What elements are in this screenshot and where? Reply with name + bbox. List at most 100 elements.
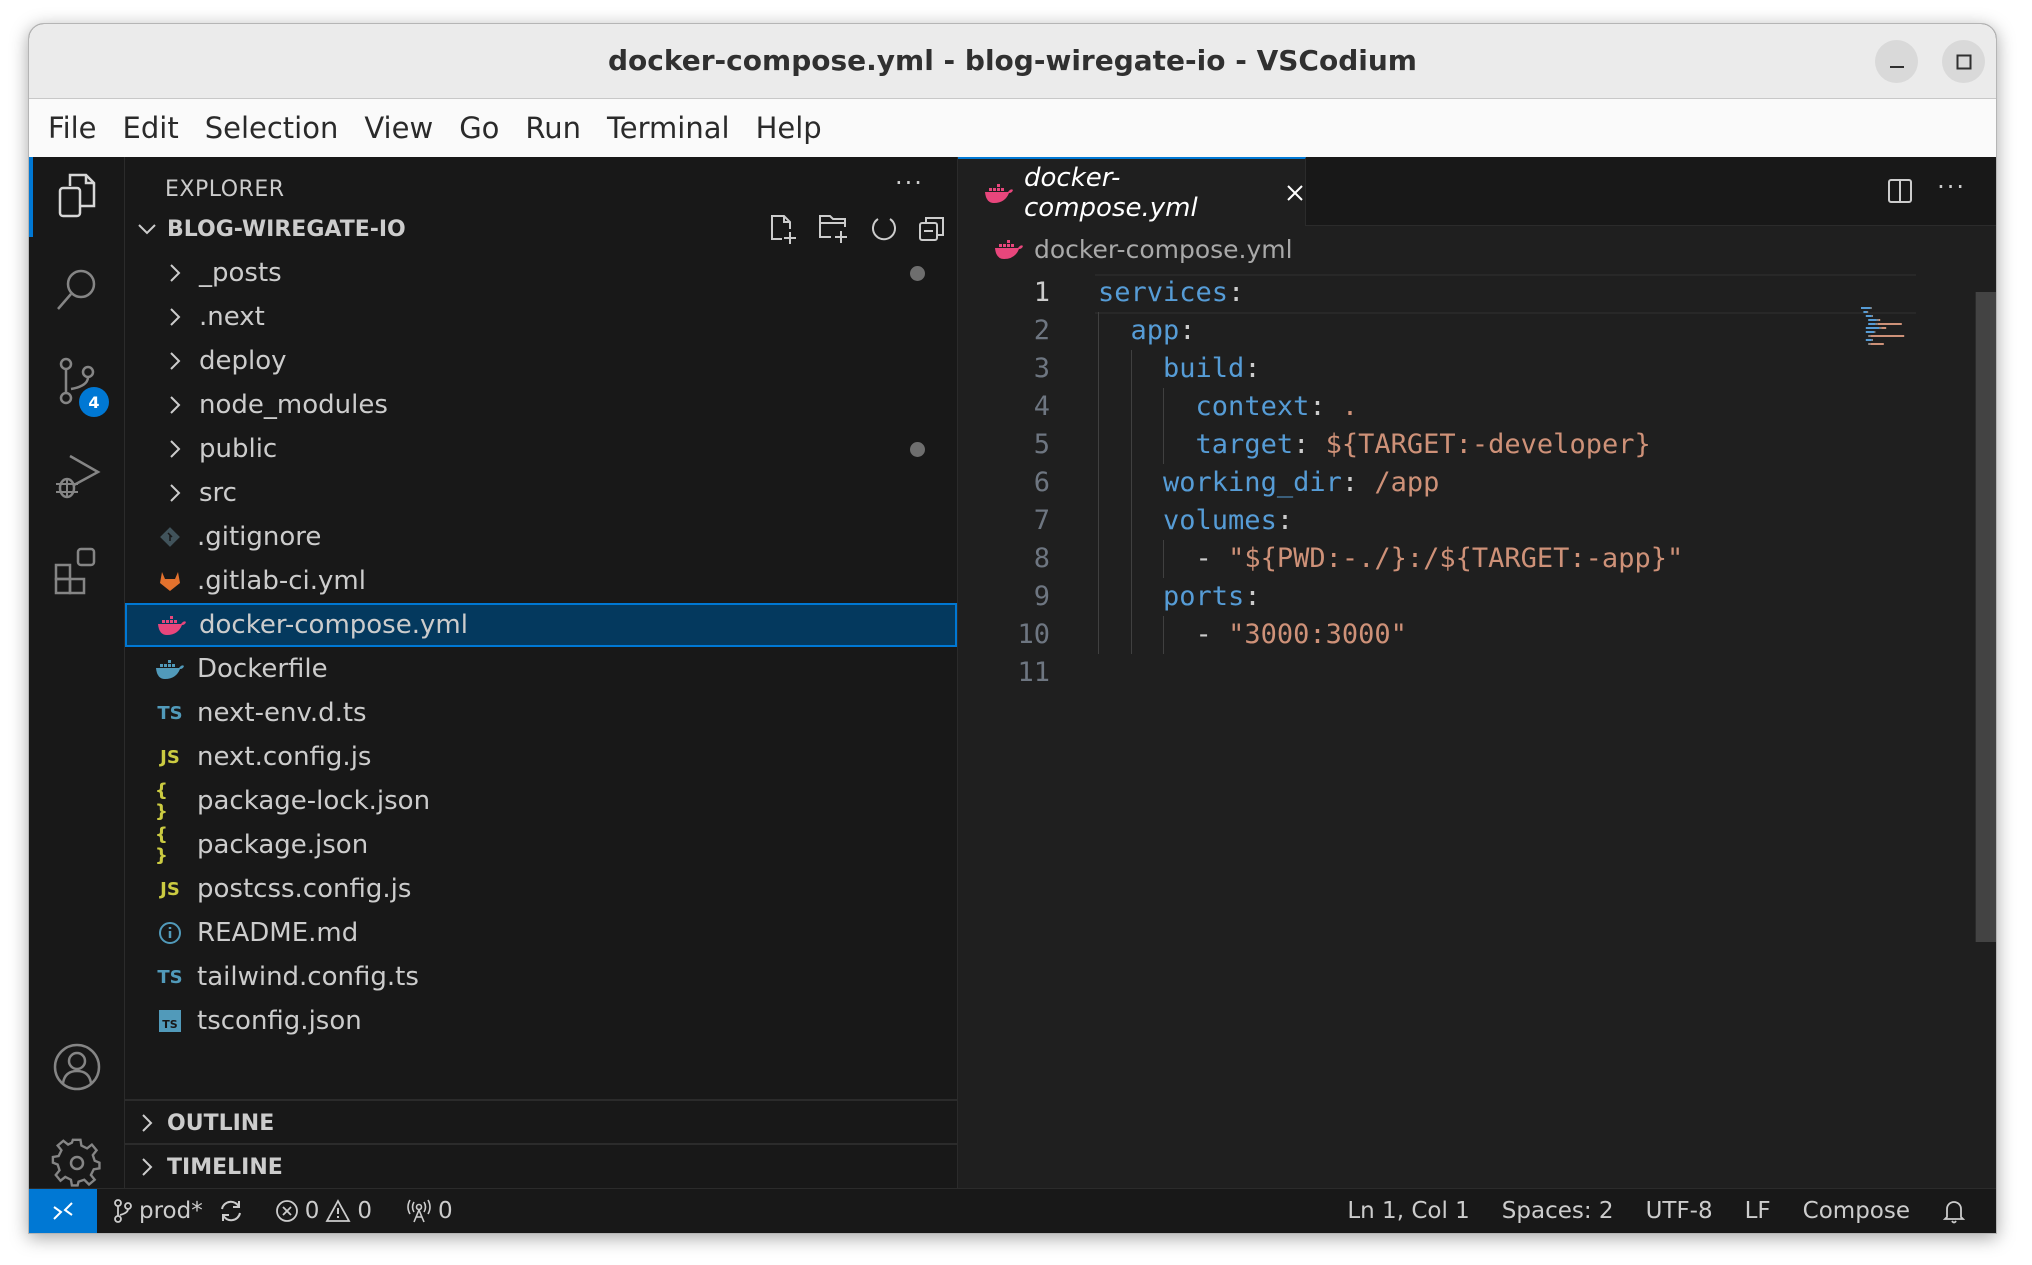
tree-item-label: next-env.d.ts [197, 698, 367, 728]
chevron-right-icon [135, 1113, 159, 1133]
indent-guide [1130, 464, 1132, 502]
activity-source-control[interactable]: 4 [29, 343, 124, 423]
code-token: : [1244, 353, 1261, 384]
tree-folder[interactable]: deploy [125, 339, 957, 383]
chevron-right-icon [163, 483, 187, 503]
code-token: - [1195, 543, 1229, 574]
activity-bar: 4 [29, 157, 125, 1189]
tree-item-label: tailwind.config.ts [197, 962, 419, 992]
bell-icon[interactable] [1942, 1198, 1966, 1224]
activity-accounts[interactable] [29, 1027, 124, 1107]
title-bar: docker-compose.yml - blog-wiregate-io - … [29, 24, 1996, 99]
refresh-icon[interactable] [869, 214, 899, 244]
minimap-token [1865, 315, 1872, 317]
code-token: : [1341, 467, 1375, 498]
tree-folder[interactable]: _posts [125, 251, 957, 295]
tab-docker-compose[interactable]: docker-compose.yml [958, 157, 1306, 226]
problems-indicator[interactable]: 0 0 [275, 1198, 372, 1224]
explorer-more-actions[interactable]: ··· [895, 169, 924, 197]
tree-folder[interactable]: src [125, 471, 957, 515]
breadcrumb[interactable]: docker-compose.yml [994, 227, 1293, 271]
tree-folder[interactable]: node_modules [125, 383, 957, 427]
indent-guide [1130, 388, 1132, 426]
code-line: 9 ports: [958, 578, 1996, 616]
tree-item-label: next.config.js [197, 742, 372, 772]
tree-file[interactable]: .gitlab-ci.yml [125, 559, 957, 603]
line-number: 7 [1033, 505, 1050, 536]
tree-item-label: Dockerfile [197, 654, 328, 684]
collapse-all-icon[interactable] [917, 214, 947, 244]
indentation[interactable]: Spaces: 2 [1502, 1198, 1614, 1224]
tree-file[interactable]: TS tsconfig.json [125, 999, 957, 1043]
activity-run-debug[interactable] [29, 437, 124, 517]
info-icon [155, 921, 185, 945]
activity-explorer[interactable] [29, 157, 124, 237]
tab-close-button[interactable] [1285, 183, 1305, 203]
indent-guide [1130, 540, 1132, 578]
tree-folder[interactable]: .next [125, 295, 957, 339]
split-editor-icon[interactable] [1886, 177, 1914, 205]
line-number: 1 [1033, 277, 1050, 308]
warning-count: 0 [357, 1198, 373, 1224]
new-folder-icon[interactable] [817, 213, 851, 245]
tree-file[interactable]: TS tailwind.config.ts [125, 955, 957, 999]
indent-guide [1098, 350, 1099, 388]
encoding[interactable]: UTF-8 [1646, 1198, 1713, 1224]
tree-file[interactable]: { } package.json [125, 823, 957, 867]
maximize-button[interactable] [1942, 40, 1985, 83]
minimap-token [1868, 319, 1877, 321]
tree-file[interactable]: JS next.config.js [125, 735, 957, 779]
docker-icon [995, 240, 1023, 259]
activity-search[interactable] [29, 250, 124, 330]
activity-extensions[interactable] [29, 530, 124, 610]
sync-icon[interactable] [217, 1198, 245, 1224]
tree-file[interactable]: JS postcss.config.js [125, 867, 957, 911]
indent-guide [1130, 578, 1132, 616]
menu-go[interactable]: Go [446, 111, 512, 145]
minimize-icon [1889, 65, 1904, 68]
code-line: 4 context: . [958, 388, 1996, 426]
tree-file[interactable]: { } package-lock.json [125, 779, 957, 823]
tsconfig-icon: TS [155, 1010, 185, 1032]
minimize-button[interactable] [1875, 40, 1918, 83]
tree-file[interactable]: TS next-env.d.ts [125, 691, 957, 735]
cursor-position[interactable]: Ln 1, Col 1 [1347, 1198, 1469, 1224]
menu-edit[interactable]: Edit [110, 111, 192, 145]
explorer-toolbar [769, 207, 947, 251]
editor-more-actions[interactable]: ··· [1937, 173, 1966, 201]
line-text: services: [1098, 274, 1244, 312]
indent-guide [1098, 616, 1099, 654]
tree-file[interactable]: docker-compose.yml [125, 603, 957, 647]
menu-view[interactable]: View [351, 111, 446, 145]
tree-file[interactable]: Dockerfile [125, 647, 957, 691]
line-text: build: [1098, 350, 1261, 388]
timeline-section[interactable]: TIMELINE [125, 1143, 957, 1189]
branch-indicator[interactable]: prod* [113, 1198, 245, 1224]
chevron-right-icon [163, 307, 187, 327]
minimap[interactable] [1861, 307, 1936, 352]
modified-indicator [910, 265, 925, 281]
end-of-line[interactable]: LF [1745, 1198, 1771, 1224]
language-mode[interactable]: Compose [1803, 1198, 1910, 1224]
new-file-icon[interactable] [769, 213, 799, 245]
menu-file[interactable]: File [35, 111, 110, 145]
menu-help[interactable]: Help [743, 111, 835, 145]
extensions-icon [54, 547, 95, 595]
tree-file[interactable]: README.md [125, 911, 957, 955]
menu-terminal[interactable]: Terminal [594, 111, 743, 145]
tree-folder[interactable]: public [125, 427, 957, 471]
outline-section[interactable]: OUTLINE [125, 1099, 957, 1145]
menu-run[interactable]: Run [512, 111, 594, 145]
minimap-token [1868, 323, 1876, 325]
line-text: working_dir: /app [1098, 464, 1439, 502]
remote-indicator[interactable] [29, 1189, 97, 1233]
menu-selection[interactable]: Selection [192, 111, 352, 145]
code-token: : [1228, 277, 1245, 308]
yaml-key: volumes [1163, 505, 1277, 536]
ports-count: 0 [438, 1198, 453, 1224]
editor-scrollbar[interactable] [1975, 292, 1996, 942]
tree-file[interactable]: .gitignore [125, 515, 957, 559]
ports-indicator[interactable]: 0 [406, 1198, 453, 1224]
